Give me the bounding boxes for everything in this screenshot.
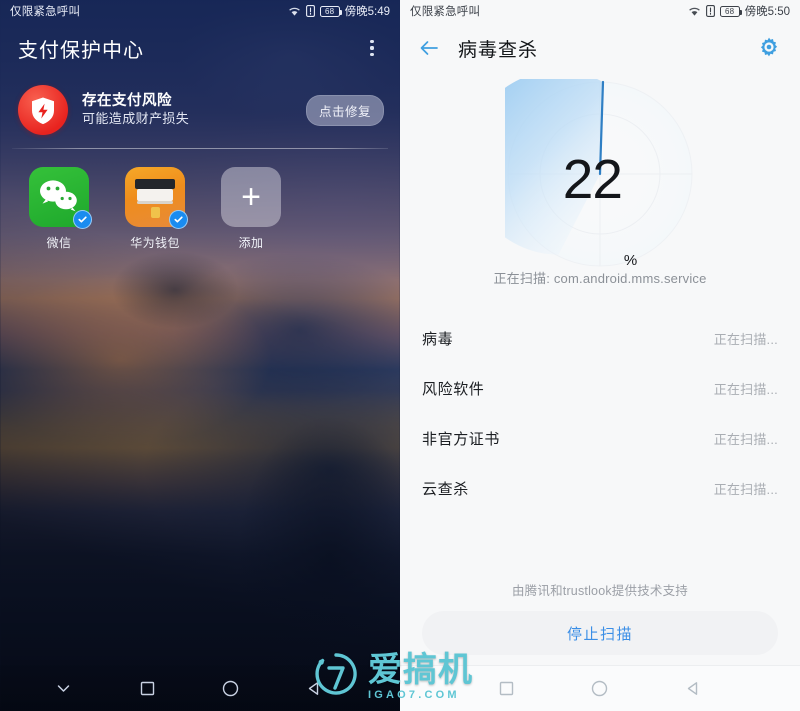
clock-label: 傍晚5:50 [744, 6, 790, 18]
verified-badge [73, 210, 92, 229]
app-item-huawei-wallet[interactable]: 华为钱包 [124, 167, 188, 251]
row-status: 正在扫描... [713, 331, 778, 347]
right-navigation-bar [400, 665, 800, 711]
risk-card: 存在支付风险 可能造成财产损失 点击修复 [0, 74, 400, 136]
sim-card-icon [705, 5, 715, 17]
triangle-left-icon[interactable] [676, 672, 710, 706]
battery-indicator: 68 [719, 5, 742, 17]
status-icons: 68 傍晚5:50 [688, 3, 790, 19]
battery-indicator: 68 [319, 5, 342, 17]
page-title: 病毒查杀 [458, 39, 539, 61]
left-phone-screen: 仅限紧急呼叫 68 傍晚5:49 支付保护中心 存在支付风险 可能造成财产损失 … [0, 0, 400, 711]
triangle-left-icon[interactable] [297, 671, 331, 705]
table-row: 云查杀 正在扫描... [422, 463, 778, 513]
right-phone-screen: 仅限紧急呼叫 68 傍晚5:50 病毒查杀 22 % 正在扫描: com.and… [400, 0, 800, 711]
screenshot-stage: 仅限紧急呼叫 68 傍晚5:49 支付保护中心 存在支付风险 可能造成财产损失 … [0, 0, 800, 711]
table-row: 病毒 正在扫描... [422, 313, 778, 363]
row-status: 正在扫描... [713, 431, 778, 447]
right-app-header: 病毒查杀 [400, 22, 800, 74]
right-status-bar: 仅限紧急呼叫 68 傍晚5:50 [400, 0, 800, 22]
wifi-icon [288, 6, 301, 17]
chevron-down-icon[interactable] [47, 671, 81, 705]
scan-percent-symbol: % [623, 252, 638, 269]
circle-icon[interactable] [583, 672, 617, 706]
scan-radar-container: 22 % [400, 70, 800, 274]
left-navigation-bar [0, 665, 400, 711]
table-row: 非官方证书 正在扫描... [422, 413, 778, 463]
scan-percent: 22 % [505, 84, 695, 274]
carrier-label: 仅限紧急呼叫 [10, 6, 81, 18]
row-label: 病毒 [422, 330, 454, 348]
row-label: 风险软件 [422, 380, 485, 398]
app-label: 微信 [46, 236, 72, 250]
huawei-wallet-icon [125, 167, 188, 229]
clock-label: 傍晚5:49 [344, 6, 390, 18]
app-label: 添加 [238, 236, 264, 250]
carrier-label: 仅限紧急呼叫 [410, 6, 481, 18]
powered-by-label: 由腾讯和trustlook提供技术支持 [511, 584, 689, 598]
scan-radar: 22 % [466, 70, 695, 269]
stop-scan-button[interactable]: 停止扫描 [422, 611, 778, 655]
risk-title: 存在支付风险 [82, 93, 172, 110]
fix-button[interactable]: 点击修复 [305, 94, 384, 126]
scan-percent-value: 22 [562, 147, 623, 210]
more-vertical-icon[interactable] [358, 34, 386, 62]
square-icon[interactable] [490, 672, 524, 706]
arrow-left-icon[interactable] [414, 33, 444, 63]
protected-apps-row: 微信 华为钱包 + 添加 [0, 149, 400, 251]
left-status-bar: 仅限紧急呼叫 68 傍晚5:49 [0, 0, 400, 22]
status-icons: 68 傍晚5:49 [288, 3, 390, 19]
square-icon[interactable] [130, 671, 164, 705]
sim-card-icon [305, 5, 315, 17]
risk-text-block: 存在支付风险 可能造成财产损失 [82, 92, 189, 127]
scan-category-list: 病毒 正在扫描... 风险软件 正在扫描... 非官方证书 正在扫描... 云查… [400, 313, 800, 513]
row-label: 云查杀 [422, 480, 469, 498]
page-title: 支付保护中心 [18, 39, 144, 62]
shield-alert-icon [18, 85, 68, 135]
risk-subtitle: 可能造成财产损失 [82, 110, 190, 126]
row-status: 正在扫描... [713, 481, 778, 497]
verified-badge [169, 210, 188, 229]
table-row: 风险软件 正在扫描... [422, 363, 778, 413]
app-item-add[interactable]: + 添加 [220, 167, 282, 251]
gear-icon[interactable] [754, 33, 784, 63]
left-app-header: 支付保护中心 [0, 22, 400, 74]
row-status: 正在扫描... [713, 381, 778, 397]
wifi-icon [688, 6, 701, 17]
app-item-wechat[interactable]: 微信 [28, 167, 92, 251]
wechat-icon [29, 167, 92, 229]
row-label: 非官方证书 [422, 430, 501, 448]
circle-icon[interactable] [214, 671, 248, 705]
plus-icon: + [221, 167, 281, 227]
app-label: 华为钱包 [130, 236, 180, 250]
